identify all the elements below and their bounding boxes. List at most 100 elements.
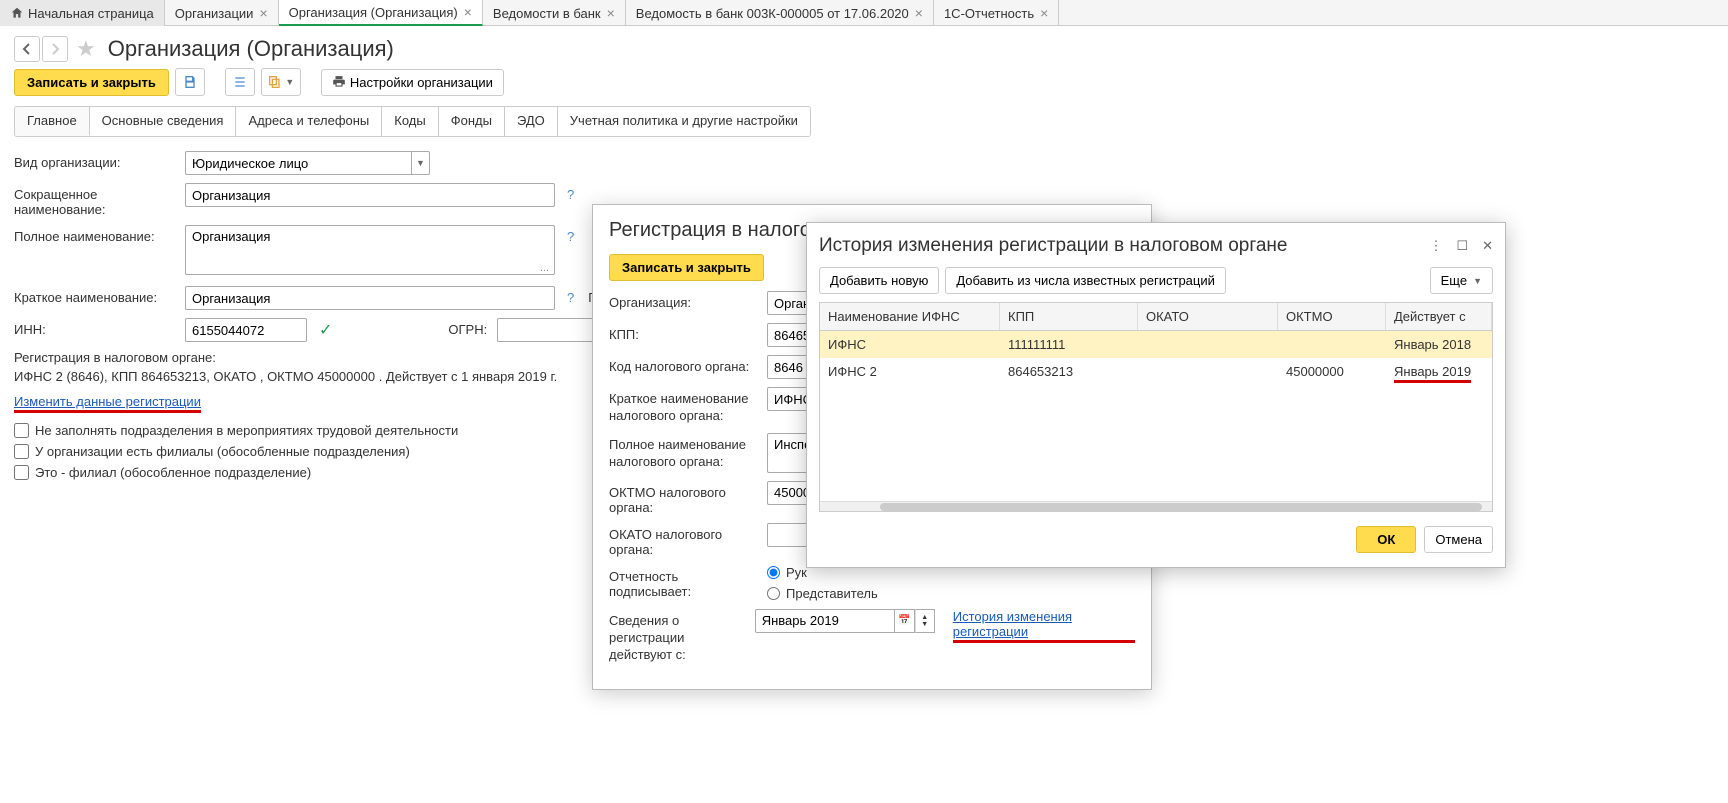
cb-is-branch[interactable]	[14, 465, 29, 480]
close-icon[interactable]: ×	[1040, 5, 1048, 21]
col-active-from[interactable]: Действует с	[1386, 303, 1492, 330]
org-type-value[interactable]	[185, 151, 412, 175]
cell-okato	[1138, 331, 1278, 358]
more-button-label: Еще	[1441, 273, 1467, 288]
subtab-edo[interactable]: ЭДО	[505, 107, 558, 136]
cell-name: ИФНС 2	[820, 358, 1000, 385]
close-icon[interactable]: ×	[607, 5, 615, 21]
d1-sign-label: Отчетность подписывает:	[609, 565, 761, 599]
subtab-accounting[interactable]: Учетная политика и другие настройки	[558, 107, 810, 136]
cell-oktmo	[1278, 331, 1386, 358]
add-known-button[interactable]: Добавить из числа известных регистраций	[945, 267, 1226, 294]
cell-kpp: 111111111	[1000, 331, 1138, 358]
full-name-label: Полное наименование:	[14, 225, 179, 244]
col-okato[interactable]: ОКАТО	[1138, 303, 1278, 330]
window-tabs: Начальная страница Организации × Организ…	[0, 0, 1728, 26]
cb-has-branches[interactable]	[14, 444, 29, 459]
d1-date-label: Сведения о регистрации действуют с:	[609, 609, 749, 664]
subtab-main[interactable]: Главное	[15, 107, 90, 136]
cb-no-subdivisions[interactable]	[14, 423, 29, 438]
help-icon[interactable]: ?	[567, 225, 574, 244]
forward-button[interactable]	[42, 36, 68, 62]
subtab-addresses[interactable]: Адреса и телефоны	[236, 107, 382, 136]
more-button[interactable]: Еще▼	[1430, 267, 1493, 294]
tab-1c-reporting[interactable]: 1С-Отчетность ×	[934, 0, 1059, 26]
d1-org-label: Организация:	[609, 291, 761, 310]
ok-button[interactable]: ОК	[1356, 526, 1416, 553]
col-kpp[interactable]: КПП	[1000, 303, 1138, 330]
ogrn-input[interactable]	[497, 318, 597, 342]
tab-organizations[interactable]: Организации ×	[165, 0, 279, 26]
save-close-button[interactable]: Записать и закрыть	[609, 254, 764, 281]
star-icon[interactable]: ★	[76, 36, 96, 62]
col-oktmo[interactable]: ОКТМО	[1278, 303, 1386, 330]
tab-home[interactable]: Начальная страница	[0, 0, 165, 26]
org-settings-label: Настройки организации	[350, 75, 493, 90]
maximize-icon[interactable]: ☐	[1456, 238, 1468, 254]
help-icon[interactable]: ?	[567, 286, 574, 305]
table-row[interactable]: ИФНС 111111111 Январь 2018	[820, 331, 1492, 358]
cb-has-branches-label: У организации есть филиалы (обособленные…	[35, 444, 410, 459]
list-icon-button[interactable]	[225, 68, 255, 96]
cell-name: ИФНС	[820, 331, 1000, 358]
short-name-label: Сокращенное наименование:	[14, 183, 179, 217]
inn-label: ИНН:	[14, 318, 179, 337]
page-title: Организация (Организация)	[108, 36, 394, 62]
tab-bank-statement-detail[interactable]: Ведомость в банк 003К-000005 от 17.06.20…	[626, 0, 934, 26]
calendar-icon[interactable]: 📅	[895, 609, 915, 633]
radio-director-label: Рук	[786, 565, 807, 580]
subtab-codes[interactable]: Коды	[382, 107, 438, 136]
cb-is-branch-label: Это - филиал (обособленное подразделение…	[35, 465, 311, 480]
ogrn-label: ОГРН:	[448, 318, 487, 337]
close-icon[interactable]: ×	[259, 5, 267, 21]
inn-input[interactable]	[185, 318, 307, 342]
dropdown-icon[interactable]: ▼	[412, 151, 430, 175]
close-icon[interactable]: ×	[464, 4, 472, 20]
col-name[interactable]: Наименование ИФНС	[820, 303, 1000, 330]
full-name-input[interactable]	[185, 225, 555, 275]
org-settings-button[interactable]: Настройки организации	[321, 69, 504, 96]
d1-oktmo-label: ОКТМО налогового органа:	[609, 481, 761, 515]
save-close-button[interactable]: Записать и закрыть	[14, 69, 169, 96]
history-link[interactable]: История изменения регистрации	[953, 609, 1135, 643]
subtab-funds[interactable]: Фонды	[439, 107, 505, 136]
radio-representative[interactable]	[767, 587, 780, 600]
subtabs: Главное Основные сведения Адреса и телеф…	[14, 106, 811, 137]
d1-shorttax-label: Краткое наименование налогового органа:	[609, 387, 761, 425]
tab-label: 1С-Отчетность	[944, 6, 1034, 21]
print-icon	[332, 75, 346, 89]
cell-date: Январь 2018	[1386, 331, 1492, 358]
d1-code-label: Код налогового органа:	[609, 355, 761, 374]
tab-label: Ведомость в банк 003К-000005 от 17.06.20…	[636, 6, 909, 21]
tab-bank-statements[interactable]: Ведомости в банк ×	[483, 0, 626, 26]
d1-date-input[interactable]	[755, 609, 895, 633]
save-icon-button[interactable]	[175, 68, 205, 96]
cb-no-subdivisions-label: Не заполнять подразделения в мероприятия…	[35, 423, 458, 438]
add-new-button[interactable]: Добавить новую	[819, 267, 939, 294]
horizontal-scrollbar[interactable]	[820, 501, 1492, 511]
close-icon[interactable]: ✕	[1482, 238, 1493, 254]
change-reg-link[interactable]: Изменить данные регистрации	[14, 394, 201, 413]
titlebar: ★ Организация (Организация)	[0, 26, 1728, 68]
cancel-button[interactable]: Отмена	[1424, 526, 1493, 553]
subtab-basic[interactable]: Основные сведения	[90, 107, 237, 136]
table-blank	[820, 385, 1492, 501]
tab-organization-detail[interactable]: Организация (Организация) ×	[279, 0, 483, 26]
table-row[interactable]: ИФНС 2 864653213 45000000 Январь 2019	[820, 358, 1492, 385]
back-button[interactable]	[14, 36, 40, 62]
date-spinner[interactable]: ▲▼	[915, 609, 935, 633]
menu-icon[interactable]: ⋮	[1429, 238, 1442, 254]
help-icon[interactable]: ?	[567, 183, 574, 202]
copy-dropdown-button[interactable]: ▼	[261, 68, 301, 96]
cell-oktmo: 45000000	[1278, 358, 1386, 385]
close-icon[interactable]: ×	[915, 5, 923, 21]
toolbar: Записать и закрыть ▼ Настройки организац…	[0, 68, 1728, 106]
brief-name-input[interactable]	[185, 286, 555, 310]
tab-label: Организации	[175, 6, 254, 21]
org-type-dropdown[interactable]: ▼	[185, 151, 430, 175]
short-name-input[interactable]	[185, 183, 555, 207]
radio-director[interactable]	[767, 566, 780, 579]
check-icon: ✓	[319, 318, 332, 340]
tab-label: Организация (Организация)	[289, 5, 458, 20]
radio-representative-label: Представитель	[786, 586, 878, 601]
